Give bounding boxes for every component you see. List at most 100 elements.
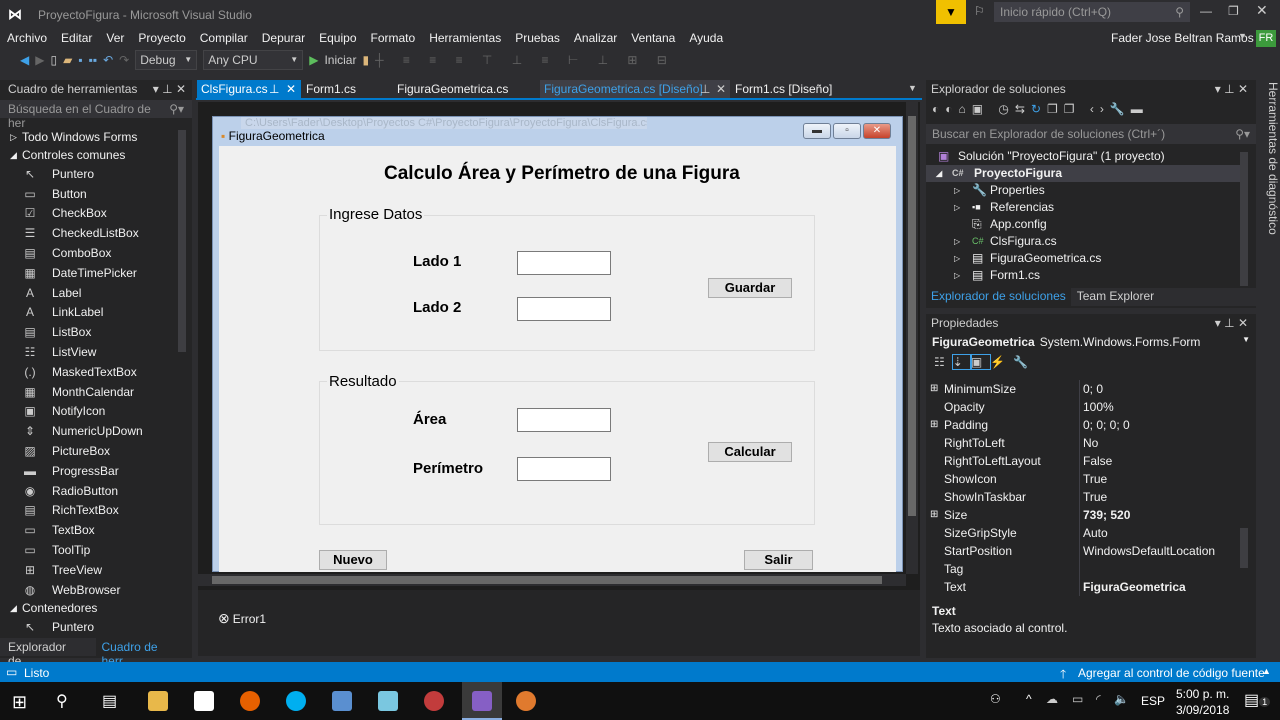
expand-icon[interactable]: ⊞: [930, 380, 938, 398]
property-row-size[interactable]: ⊞ Size 739; 520: [926, 506, 1240, 524]
task-view-icon[interactable]: ▤: [102, 691, 117, 711]
menu-herramientas[interactable]: Herramientas: [422, 30, 508, 46]
people-icon[interactable]: ⚇: [990, 692, 1001, 706]
guardar-button[interactable]: Guardar: [708, 278, 792, 298]
menu-depurar[interactable]: Depurar: [255, 30, 312, 46]
toolbox-group-all[interactable]: ▷ Todo Windows Forms: [0, 128, 192, 146]
property-value[interactable]: True: [1079, 488, 1240, 506]
tree-solution[interactable]: ▣ Solución "ProyectoFigura" (1 proyecto): [926, 148, 1256, 165]
toolbox-item-numericupdown[interactable]: ⇕ NumericUpDown: [0, 421, 192, 441]
app-icon[interactable]: [332, 691, 352, 711]
property-value[interactable]: 0; 0: [1079, 380, 1240, 398]
tree-properties[interactable]: ▷ 🔧 Properties: [926, 182, 1256, 199]
toolbox-group-common[interactable]: ◢ Controles comunes: [0, 146, 192, 164]
menu-proyecto[interactable]: Proyecto: [131, 30, 192, 46]
start-button[interactable]: Iniciar: [324, 53, 356, 67]
app-icon[interactable]: [378, 691, 398, 711]
object-selector[interactable]: FiguraGeometrica System.Windows.Forms.For…: [926, 332, 1256, 352]
property-value[interactable]: Auto: [1079, 524, 1240, 542]
property-value[interactable]: No: [1079, 434, 1240, 452]
user-name[interactable]: Fader Jose Beltran Ramos: [1111, 31, 1254, 45]
menu-ver[interactable]: Ver: [99, 30, 131, 46]
area-output[interactable]: [517, 408, 611, 432]
app-icon[interactable]: [516, 691, 536, 711]
toolbox-item-datetimepicker[interactable]: ▦ DateTimePicker: [0, 263, 192, 283]
form-maximize-icon[interactable]: ▫: [833, 123, 861, 139]
chevron-down-icon[interactable]: ▼: [1238, 31, 1247, 41]
toolbox-item-textbox[interactable]: ▭ TextBox: [0, 520, 192, 540]
property-row-minimumsize[interactable]: ⊞ MinimumSize 0; 0: [926, 380, 1240, 398]
save-all-icon[interactable]: ▪▪: [89, 53, 98, 67]
toolbox-item-pointer[interactable]: ↖ Puntero: [0, 618, 192, 638]
action-center-icon[interactable]: ▤ 1: [1244, 690, 1271, 710]
wifi-icon[interactable]: ◜: [1096, 692, 1101, 706]
tree-project[interactable]: ◢ C# ProyectoFigura: [926, 165, 1240, 182]
panel-controls[interactable]: ▾ ⊥ ✕: [1215, 80, 1256, 98]
menu-formato[interactable]: Formato: [364, 30, 423, 46]
property-row-righttoleftlayout[interactable]: RightToLeftLayout False: [926, 452, 1240, 470]
avatar[interactable]: FR: [1256, 30, 1276, 47]
tree-form1[interactable]: ▷ ▤ Form1.cs: [926, 267, 1256, 284]
menu-ayuda[interactable]: Ayuda: [682, 30, 730, 46]
redo-icon[interactable]: ↷: [119, 53, 129, 67]
toolbox-item-puntero[interactable]: ↖ Puntero: [0, 164, 192, 184]
minimize-button[interactable]: —: [1200, 4, 1212, 18]
toolbox-item-tooltip[interactable]: ▭ ToolTip: [0, 540, 192, 560]
source-control-button[interactable]: Agregar al control de código fuente: [1078, 666, 1265, 680]
tab-form1-design[interactable]: Form1.cs [Diseño]: [731, 80, 832, 98]
solution-explorer-toolbar[interactable]: ◐◐⌂▣ ◷⇆↻❐❐ ‹›🔧▬: [926, 98, 1256, 124]
property-value[interactable]: True: [1079, 470, 1240, 488]
toolbox-item-combobox[interactable]: ▤ ComboBox: [0, 243, 192, 263]
toolbox-item-listview[interactable]: ☷ ListView: [0, 342, 192, 362]
toolbox-item-maskedtextbox[interactable]: (.) MaskedTextBox: [0, 362, 192, 382]
toolbox-item-checkbox[interactable]: ☑ CheckBox: [0, 204, 192, 224]
notifications-icon[interactable]: ⚐: [974, 4, 985, 18]
property-value[interactable]: False: [1079, 452, 1240, 470]
property-row-padding[interactable]: ⊞ Padding 0; 0; 0; 0: [926, 416, 1240, 434]
perimetro-output[interactable]: [517, 457, 611, 481]
clock[interactable]: 5:00 p. m. 3/09/2018: [1176, 686, 1229, 718]
forward-icon[interactable]: ▶: [35, 53, 44, 67]
menu-pruebas[interactable]: Pruebas: [508, 30, 567, 46]
feedback-filter-icon[interactable]: ▼: [936, 0, 966, 24]
tree-app-config[interactable]: ⎘ App.config: [926, 216, 1256, 233]
restore-button[interactable]: ❐: [1228, 4, 1239, 18]
menu-compilar[interactable]: Compilar: [193, 30, 255, 46]
open-icon[interactable]: ▰: [63, 53, 72, 67]
tab-clsfigura[interactable]: ClsFigura.cs ⊥ ✕: [197, 80, 301, 98]
property-row-sizegripstyle[interactable]: SizeGripStyle Auto: [926, 524, 1240, 542]
property-value[interactable]: 100%: [1079, 398, 1240, 416]
property-row-text[interactable]: Text FiguraGeometrica: [926, 578, 1240, 596]
toolbox-item-button[interactable]: ▭ Button: [0, 184, 192, 204]
toolbox-item-webbrowser[interactable]: ◍ WebBrowser: [0, 580, 192, 600]
toolbox-item-monthcalendar[interactable]: ▦ MonthCalendar: [0, 382, 192, 402]
toolbox-item-treeview[interactable]: ⊞ TreeView: [0, 560, 192, 580]
visual-studio-taskbar-button[interactable]: [462, 682, 502, 720]
property-row-tag[interactable]: Tag: [926, 560, 1240, 578]
toolbox-search-input[interactable]: Búsqueda en el Cuadro de her ⚲▾: [0, 100, 192, 130]
mail-icon[interactable]: [194, 691, 214, 711]
toolbox-item-listbox[interactable]: ▤ ListBox: [0, 322, 192, 342]
lado1-input[interactable]: [517, 251, 611, 275]
tab-solution-explorer-left[interactable]: Explorador de...: [0, 638, 96, 668]
property-value[interactable]: 739; 520: [1079, 506, 1240, 524]
toolbox-group-containers[interactable]: ◢ Contenedores: [0, 600, 192, 618]
property-value[interactable]: FiguraGeometrica: [1079, 578, 1240, 596]
error-provider-component[interactable]: ⊗ Error1: [218, 610, 266, 627]
form-minimize-icon[interactable]: ▬: [803, 123, 831, 139]
menu-ventana[interactable]: Ventana: [624, 30, 682, 46]
toolbox-item-notifyicon[interactable]: ▣ NotifyIcon: [0, 402, 192, 422]
toolbox-item-radiobutton[interactable]: ◉ RadioButton: [0, 481, 192, 501]
tree-clsfigura[interactable]: ▷ C# ClsFigura.cs: [926, 233, 1256, 250]
tab-figurageometrica-design[interactable]: FiguraGeometrica.cs [Diseño] ⊥ ✕: [540, 80, 730, 98]
scrollbar[interactable]: [1240, 384, 1248, 596]
horizontal-scrollbar[interactable]: [198, 574, 906, 586]
property-row-showicon[interactable]: ShowIcon True: [926, 470, 1240, 488]
toolbox-item-progressbar[interactable]: ▬ ProgressBar: [0, 461, 192, 481]
back-icon[interactable]: ◀: [20, 53, 29, 67]
tab-figurageometrica-cs[interactable]: FiguraGeometrica.cs: [393, 80, 508, 98]
scrollbar[interactable]: [178, 130, 186, 352]
close-button[interactable]: ✕: [1256, 2, 1268, 19]
menu-archivo[interactable]: Archivo: [0, 30, 54, 46]
tab-solution-explorer[interactable]: Explorador de soluciones: [926, 288, 1071, 306]
